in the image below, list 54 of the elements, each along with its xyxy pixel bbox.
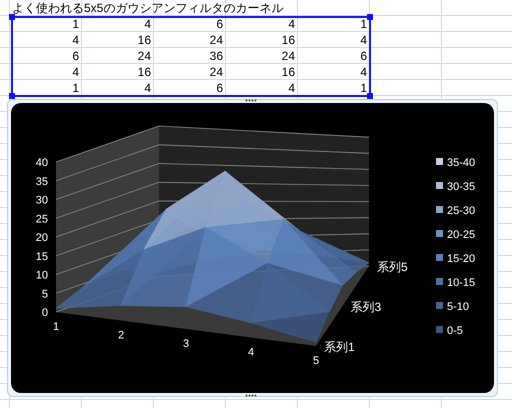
legend-label: 35-40: [447, 157, 476, 169]
table-cell-text: 24: [282, 48, 295, 65]
table-cell-text: 1: [360, 80, 367, 97]
axis-tick-label: 4: [248, 346, 254, 358]
table-cell-text: 16: [282, 32, 295, 49]
series-label: 系列3: [350, 300, 382, 314]
resize-handle-icon[interactable]: [245, 394, 257, 397]
table-cell-text: 4: [360, 64, 367, 81]
series-label: 系列1: [324, 340, 355, 354]
table-cell-text: 1: [72, 16, 79, 33]
table-cell-text: 16: [138, 64, 151, 81]
table-cell-text: 16: [282, 64, 295, 81]
axis-tick-label: 2: [118, 330, 124, 342]
legend-label: 20-25: [447, 229, 476, 241]
table-cell-text: 24: [210, 64, 223, 81]
table-cell-text: 6: [216, 16, 223, 33]
table-cell-text: 6: [360, 48, 367, 65]
table-cell-text: 16: [138, 32, 151, 49]
table-cell-text: 4: [288, 16, 295, 33]
table-cell-text: 6: [216, 80, 223, 97]
table-cell-text: 4: [288, 80, 295, 97]
legend-label: 15-20: [447, 253, 476, 265]
table-cell-text: 1: [360, 16, 367, 33]
axis-tick-label: 3: [182, 338, 190, 350]
axis-tick-label: 1: [52, 321, 60, 333]
axis-tick-label: 25: [36, 213, 48, 226]
table-cell-text: 4: [144, 80, 151, 97]
axis-tick-label: 10: [36, 270, 48, 282]
legend-label: 30-35: [447, 181, 476, 193]
resize-handle-icon[interactable]: [245, 99, 257, 102]
chart-frame[interactable]: 40 35 30 25 20 15 10 5 0 1 2 3 4 5 系列5 系列3 系列1 35-40 30-35 25-30 20-25 15-20 10-15 5-10 0-5: [7, 99, 498, 397]
axis-tick-label: 5: [312, 355, 320, 367]
table-cell-text: 4: [72, 64, 79, 81]
legend-label: 5-10: [447, 301, 470, 313]
table-cell-text: 4: [72, 32, 79, 49]
axis-tick-label: 35: [36, 176, 48, 188]
axis-tick-label: 15: [36, 250, 48, 263]
series-label: 系列5: [377, 260, 408, 274]
table-cell-text: 4: [360, 32, 367, 49]
axis-tick-label: 30: [36, 194, 48, 206]
table-cell-text: 6: [72, 48, 79, 65]
axis-tick-label: 40: [36, 157, 48, 169]
legend-label: 0-5: [447, 325, 463, 337]
table-cell-text: 36: [210, 48, 223, 65]
axis-tick-label: 0: [42, 307, 48, 319]
table-cell-text: 1: [72, 80, 79, 97]
sheet-title: よく使われる5x5のガウシアンフィルタのカーネル: [12, 0, 284, 17]
legend-label: 25-30: [447, 205, 476, 217]
table-cell-text: 4: [144, 16, 151, 33]
axis-tick-label: 5: [42, 288, 48, 300]
legend-label: 10-15: [447, 277, 476, 289]
table-cell-text: 24: [210, 32, 223, 49]
axis-tick-label: 20: [36, 232, 48, 244]
table-cell-text: 24: [138, 48, 151, 65]
